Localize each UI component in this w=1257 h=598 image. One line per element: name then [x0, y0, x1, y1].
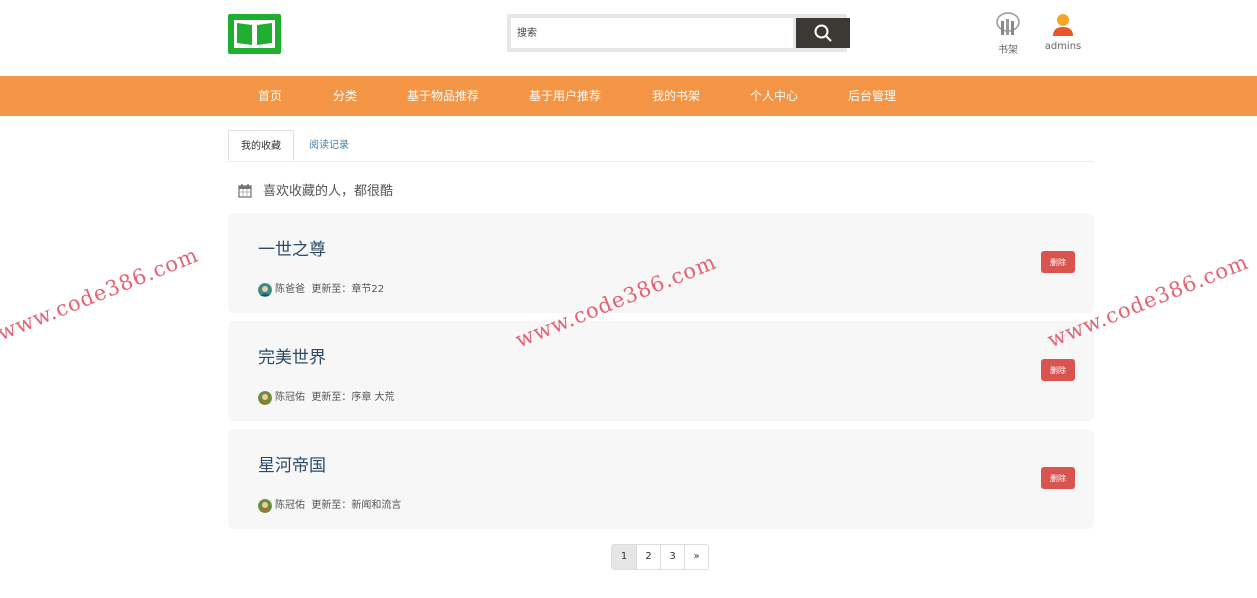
user-label: admins: [1044, 41, 1082, 52]
author-name: 陈爸爸: [275, 284, 305, 295]
nav-item-user-recommend[interactable]: 基于用户推荐: [529, 76, 601, 116]
delete-button[interactable]: 删除: [1041, 467, 1075, 489]
avatar: [258, 283, 272, 297]
update-label: 更新至：: [311, 392, 352, 403]
latest-chapter[interactable]: 新闻和流言: [351, 500, 401, 511]
next-page-link[interactable]: »: [684, 545, 708, 569]
nav-item-item-recommend[interactable]: 基于物品推荐: [407, 76, 479, 116]
bookshelf-link[interactable]: 书架: [978, 12, 1038, 56]
avatar: [258, 391, 272, 405]
book-card: 一世之尊 陈爸爸 更新至：章节22 删除: [228, 213, 1094, 313]
page-link-1[interactable]: 1: [612, 545, 636, 569]
search-bar: [507, 14, 850, 52]
page-link-2[interactable]: 2: [636, 545, 660, 569]
section-title: 喜欢收藏的人，都很酷: [263, 184, 394, 199]
delete-button[interactable]: 删除: [1041, 359, 1075, 381]
main-nav: 首页 分类 基于物品推荐 基于用户推荐 我的书架 个人中心 后台管理: [0, 76, 1257, 116]
search-icon: [814, 24, 832, 42]
author-name: 陈冠佑: [275, 500, 305, 511]
search-button[interactable]: [796, 18, 850, 48]
user-link[interactable]: admins: [1033, 12, 1093, 52]
nav-item-home[interactable]: 首页: [258, 76, 282, 116]
latest-chapter[interactable]: 章节22: [351, 284, 384, 295]
delete-button[interactable]: 删除: [1041, 251, 1075, 273]
book-card: 完美世界 陈冠佑 更新至：序章 大荒 删除: [228, 321, 1094, 421]
nav-item-my-bookshelf[interactable]: 我的书架: [652, 76, 700, 116]
update-label: 更新至：: [311, 500, 352, 511]
book-meta: 陈爸爸 更新至：章节22: [258, 282, 384, 298]
calendar-icon: [238, 184, 252, 198]
tab-favorites[interactable]: 我的收藏: [228, 130, 294, 161]
nav-item-admin[interactable]: 后台管理: [848, 76, 896, 116]
author-name: 陈冠佑: [275, 392, 305, 403]
book-title[interactable]: 一世之尊: [258, 235, 326, 260]
latest-chapter[interactable]: 序章 大荒: [351, 392, 394, 403]
search-input[interactable]: [511, 18, 793, 48]
book-meta: 陈冠佑 更新至：新闻和流言: [258, 498, 401, 514]
tab-reading-history[interactable]: 阅读记录: [296, 130, 362, 161]
pagination: 1 2 3 »: [611, 544, 709, 570]
nav-item-category[interactable]: 分类: [333, 76, 357, 116]
user-icon: [1053, 14, 1073, 36]
avatar: [258, 499, 272, 513]
book-meta: 陈冠佑 更新至：序章 大荒: [258, 390, 395, 406]
book-title[interactable]: 完美世界: [258, 343, 326, 368]
book-logo-icon[interactable]: [228, 14, 281, 54]
bookshelf-label: 书架: [998, 45, 1018, 56]
nav-item-personal-center[interactable]: 个人中心: [750, 76, 798, 116]
book-card: 星河帝国 陈冠佑 更新至：新闻和流言 删除: [228, 429, 1094, 529]
book-title[interactable]: 星河帝国: [258, 451, 326, 476]
header: 书架 admins: [0, 0, 1257, 76]
update-label: 更新至：: [311, 284, 352, 295]
tab-bar: 我的收藏 阅读记录: [228, 130, 1094, 162]
page-link-3[interactable]: 3: [660, 545, 684, 569]
bookshelf-icon: [996, 12, 1020, 35]
watermark: www.code386.com: [0, 242, 202, 346]
